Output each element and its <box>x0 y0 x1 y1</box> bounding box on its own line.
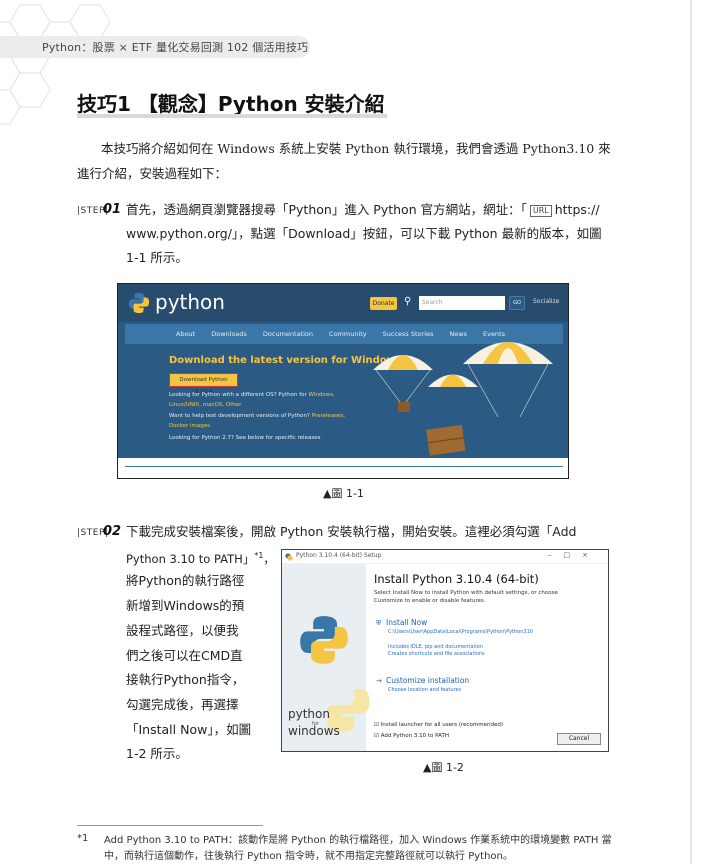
installer-heading: Install Python 3.10.4 (64-bit) <box>374 572 539 586</box>
step2-line1: 下載完成安裝檔案後，開啟 Python 安裝執行檔，開始安裝。這裡必須勾選「Ad… <box>126 524 577 539</box>
nav-item-news[interactable]: News <box>441 324 475 344</box>
nav-item-downloads[interactable]: Downloads <box>203 324 255 344</box>
customize-installation-option[interactable]: Customize installation <box>386 676 469 685</box>
step2-text-line: 將Python的執行路徑 <box>126 573 245 588</box>
figure-footer-line <box>125 466 563 467</box>
installer-window-title: Python 3.10.4 (64-bit) Setup <box>296 552 382 559</box>
window-controls[interactable]: –□× <box>548 551 600 559</box>
footnote-rule <box>77 825 263 826</box>
footnote-mark: *1 <box>77 833 89 844</box>
nav-item-about[interactable]: About <box>168 324 203 344</box>
site-search-input[interactable]: Search <box>419 296 505 310</box>
install-launcher-checkbox[interactable]: ☑ Install launcher for all users (recomm… <box>374 722 503 728</box>
python27-line: Looking for Python 2.7? See below for sp… <box>169 435 321 441</box>
intro-paragraph: 本技巧將介紹如何在 Windows 系統上安裝 Python 執行環境，我們會透… <box>77 141 611 181</box>
download-headline: Download the latest version for Windows <box>169 355 402 366</box>
title-underline <box>77 114 387 118</box>
site-navbar: About Downloads Documentation Community … <box>125 324 563 344</box>
cancel-button[interactable]: Cancel <box>557 733 601 745</box>
step1-line2: www.python.org/」，點選「Download」按鈕，可以下載 Pyt… <box>126 226 602 241</box>
shield-icon: ⛨ <box>376 619 382 627</box>
add-to-path-checkbox[interactable]: ☑ Add Python 3.10 to PATH <box>374 733 449 739</box>
step2-text-line: 接執行Python指令， <box>126 672 245 687</box>
download-python-button[interactable]: Download Python 3.10.4 <box>169 373 238 395</box>
step2-text-line: 新增到Windows的預 <box>126 598 245 613</box>
url-badge: URL <box>529 205 552 217</box>
python-logo-icon <box>128 292 150 314</box>
install-now-option[interactable]: Install Now <box>386 618 427 627</box>
figure-python-org-screenshot: python Donate ⚲ Search GO Socialize Abou… <box>117 283 569 479</box>
installer-subtitle-1: Select Install Now to install Python wit… <box>374 590 558 596</box>
figure-footer-band <box>118 458 568 478</box>
python-logo-icon <box>285 553 293 561</box>
donate-button[interactable]: Donate <box>370 297 397 310</box>
step2-text-line: 設程式路徑，以便我 <box>126 623 239 638</box>
nav-item-community[interactable]: Community <box>321 324 375 344</box>
arrow-right-icon: → <box>376 677 382 685</box>
installer-subtitle-2: Customize to enable or disable features. <box>374 598 486 604</box>
os-line: Looking for Python with a different OS? … <box>169 392 335 398</box>
side-windows-text: windows <box>288 724 340 738</box>
figure2-caption: ▲圖 1-2 <box>423 761 464 774</box>
step2-text-line: 「Install Now」，如圖 <box>126 722 252 737</box>
step-number: 01 <box>103 202 122 217</box>
running-header: Python：股票 × ETF 量化交易回測 102 個活用技巧 <box>42 41 309 54</box>
nav-item-events[interactable]: Events <box>475 324 513 344</box>
customize-subtitle: Choose location and features <box>388 687 462 693</box>
figure1-caption: ▲圖 1-1 <box>323 487 364 500</box>
prerelease-line: Want to help test development versions o… <box>169 413 346 419</box>
go-button[interactable]: GO <box>509 296 525 310</box>
step-number: 02 <box>103 524 122 539</box>
docker-link[interactable]: Docker images <box>169 423 210 429</box>
install-includes-2: Creates shortcuts and file associations <box>388 651 485 657</box>
page-edge <box>690 0 692 864</box>
python-logo-text: python <box>155 290 225 314</box>
socialize-link[interactable]: Socialize <box>533 298 559 305</box>
os-links[interactable]: Linux/UNIX, macOS, Other <box>169 402 241 408</box>
parachute-illustration <box>373 342 553 456</box>
step2-text-line: 勾選完成後，再選擇 <box>126 697 239 712</box>
step2-text-line: 們之後可以在CMD直 <box>126 648 243 663</box>
step1-line1: 首先，透過網頁瀏覽器搜尋「Python」進入 Python 官方網站，網址：「 U… <box>126 202 600 217</box>
section-title: 技巧1 【觀念】Python 安裝介紹 <box>77 92 385 116</box>
nav-item-success-stories[interactable]: Success Stories <box>375 324 442 344</box>
step2-text-line: 1-2 所示。 <box>126 746 188 761</box>
nav-item-documentation[interactable]: Documentation <box>255 324 321 344</box>
footnote-text: Add Python 3.10 to PATH：該動作是將 Python 的執行… <box>104 835 612 862</box>
python-logo-icon <box>300 616 348 664</box>
step1-line3: 1-1 所示。 <box>126 250 188 265</box>
search-icon: ⚲ <box>404 296 412 307</box>
side-python-text: python <box>288 707 330 721</box>
install-includes-1: Includes IDLE, pip and documentation <box>388 644 484 650</box>
install-path: C:\Users\User\AppData\Local\Programs\Pyt… <box>388 629 533 635</box>
figure-installer-screenshot: Python 3.10.4 (64-bit) Setup –□× python … <box>281 549 609 752</box>
